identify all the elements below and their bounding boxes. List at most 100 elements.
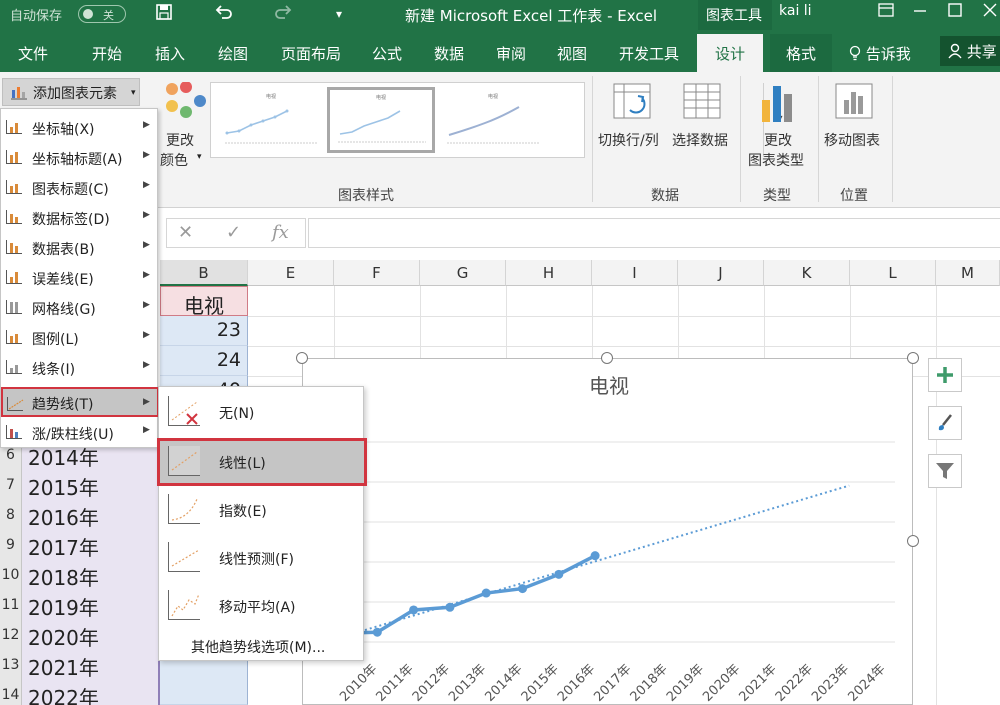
row-number[interactable]: 8	[0, 500, 22, 530]
minimize-icon[interactable]	[912, 2, 928, 22]
undo-icon[interactable]	[214, 3, 234, 26]
chart-filters-button[interactable]	[928, 454, 962, 488]
move-chart-button[interactable]: 移动图表	[822, 82, 888, 152]
more-trendline-options[interactable]: 其他趋势线选项(M)...	[191, 637, 325, 657]
menu-item-data-labels[interactable]: 数据标签(D) ▶	[1, 202, 157, 232]
menu-item-axes[interactable]: 坐标轴(X) ▶	[1, 112, 157, 142]
save-icon[interactable]	[155, 3, 173, 26]
data-point[interactable]	[590, 551, 600, 561]
trendline-option-none[interactable]: 无(N)	[159, 388, 363, 436]
data-point[interactable]	[409, 605, 419, 615]
data-point[interactable]	[481, 588, 491, 598]
close-icon[interactable]	[982, 2, 998, 22]
table-row[interactable]: 12 2020年	[0, 620, 160, 650]
chart-elements-button[interactable]	[928, 358, 962, 392]
column-header-i[interactable]: I	[592, 260, 678, 286]
year-cell[interactable]: 2021年	[22, 650, 160, 680]
customize-qat-icon[interactable]: ▾	[336, 7, 342, 21]
menu-item-up-down-bars[interactable]: 涨/跌柱线(U) ▶	[1, 417, 157, 447]
column-header-m[interactable]: M	[936, 260, 1000, 286]
change-chart-type-button[interactable]: 更改 图表类型	[744, 82, 814, 172]
tab-draw[interactable]: 绘图	[218, 43, 248, 64]
line-chart[interactable]: 电视 2010年 2011年 2012年 2013年 2014年 2015年 2016年 20…	[302, 358, 913, 705]
chart-style-thumb[interactable]: 电视	[439, 87, 547, 153]
formula-input[interactable]	[308, 218, 1000, 248]
year-cell[interactable]: 2017年	[22, 530, 160, 560]
column-header-j[interactable]: J	[678, 260, 764, 286]
autosave-toggle[interactable]: 关	[78, 5, 126, 23]
trendline-option-linear[interactable]: 线性(L)	[157, 438, 367, 486]
tab-data[interactable]: 数据	[434, 43, 464, 64]
row-number[interactable]: 9	[0, 530, 22, 560]
trendline-option-linear-forecast[interactable]: 线性预测(F)	[159, 534, 363, 582]
tab-insert[interactable]: 插入	[155, 43, 185, 64]
tab-design[interactable]: 设计	[697, 34, 764, 72]
tab-developer[interactable]: 开发工具	[619, 43, 679, 64]
menu-item-trendline[interactable]: 趋势线(T) ▶	[1, 387, 159, 417]
table-row[interactable]: 11 2019年	[0, 590, 160, 620]
table-row[interactable]: 9 2017年	[0, 530, 160, 560]
year-cell[interactable]: 2019年	[22, 590, 160, 620]
tab-page-layout[interactable]: 页面布局	[281, 43, 341, 64]
data-point[interactable]	[372, 627, 382, 637]
tell-me[interactable]: 告诉我	[849, 43, 911, 64]
add-chart-element-button[interactable]: 添加图表元素 ▾	[2, 78, 140, 106]
column-header-k[interactable]: K	[764, 260, 850, 286]
year-cell[interactable]: 2016年	[22, 500, 160, 530]
trendline-option-exponential[interactable]: 指数(E)	[159, 486, 363, 534]
row-number[interactable]: 7	[0, 470, 22, 500]
column-header-g[interactable]: G	[420, 260, 506, 286]
menu-item-chart-title[interactable]: 图表标题(C) ▶	[1, 172, 157, 202]
tab-review[interactable]: 审阅	[496, 43, 526, 64]
series-line[interactable]	[340, 554, 596, 635]
row-number[interactable]: 12	[0, 620, 22, 650]
insert-function-icon[interactable]: fx	[272, 222, 289, 243]
tab-formulas[interactable]: 公式	[372, 43, 402, 64]
switch-row-column-button[interactable]: 切换行/列	[598, 82, 670, 152]
year-cell[interactable]: 2018年	[22, 560, 160, 590]
select-data-button[interactable]: 选择数据	[670, 82, 736, 152]
cell-b-value[interactable]: 24	[160, 346, 248, 376]
year-cell[interactable]: 2015年	[22, 470, 160, 500]
row-number[interactable]: 11	[0, 590, 22, 620]
cancel-icon[interactable]: ✕	[178, 222, 193, 243]
share-button[interactable]: 共享	[940, 36, 1000, 66]
linear-trendline[interactable]	[340, 484, 850, 639]
enter-icon[interactable]: ✓	[226, 222, 241, 243]
cell-b1-header[interactable]: 电视	[160, 286, 248, 318]
table-row[interactable]: 7 2015年	[0, 470, 160, 500]
data-point[interactable]	[518, 584, 527, 594]
column-header-h[interactable]: H	[506, 260, 592, 286]
year-cell[interactable]: 2022年	[22, 680, 160, 705]
resize-handle[interactable]	[907, 535, 919, 547]
menu-item-axis-titles[interactable]: 坐标轴标题(A) ▶	[1, 142, 157, 172]
chart-styles-button[interactable]	[928, 406, 962, 440]
data-point[interactable]	[445, 602, 455, 612]
menu-item-data-table[interactable]: 数据表(B) ▶	[1, 232, 157, 262]
column-header-f[interactable]: F	[334, 260, 420, 286]
chart-style-thumb[interactable]: 电视	[217, 87, 325, 153]
year-cell[interactable]: 2020年	[22, 620, 160, 650]
change-colors-button[interactable]: 更改 颜色 ▾	[160, 82, 210, 178]
ribbon-display-icon[interactable]	[878, 2, 894, 22]
menu-item-gridlines[interactable]: 网格线(G) ▶	[1, 292, 157, 322]
column-header-e[interactable]: E	[248, 260, 334, 286]
resize-handle[interactable]	[907, 352, 919, 364]
resize-handle[interactable]	[601, 352, 613, 364]
row-number[interactable]: 13	[0, 650, 22, 680]
tab-home[interactable]: 开始	[92, 43, 122, 64]
table-row[interactable]: 13 2021年	[0, 650, 160, 680]
table-row[interactable]: 10 2018年	[0, 560, 160, 590]
table-row[interactable]: 14 2022年	[0, 680, 160, 705]
trendline-option-moving-average[interactable]: 移动平均(A)	[159, 582, 363, 630]
menu-item-lines[interactable]: 线条(I) ▶	[1, 352, 157, 382]
column-header-b[interactable]: B	[160, 260, 248, 286]
redo-icon[interactable]	[273, 3, 293, 26]
user-name[interactable]: kai li	[779, 3, 812, 19]
table-row[interactable]: 8 2016年	[0, 500, 160, 530]
maximize-icon[interactable]	[947, 2, 963, 22]
cell-b-value[interactable]: 23	[160, 316, 248, 346]
chart-style-thumb-selected[interactable]: 电视	[327, 87, 435, 153]
tab-view[interactable]: 视图	[557, 43, 587, 64]
row-number[interactable]: 14	[0, 680, 22, 705]
